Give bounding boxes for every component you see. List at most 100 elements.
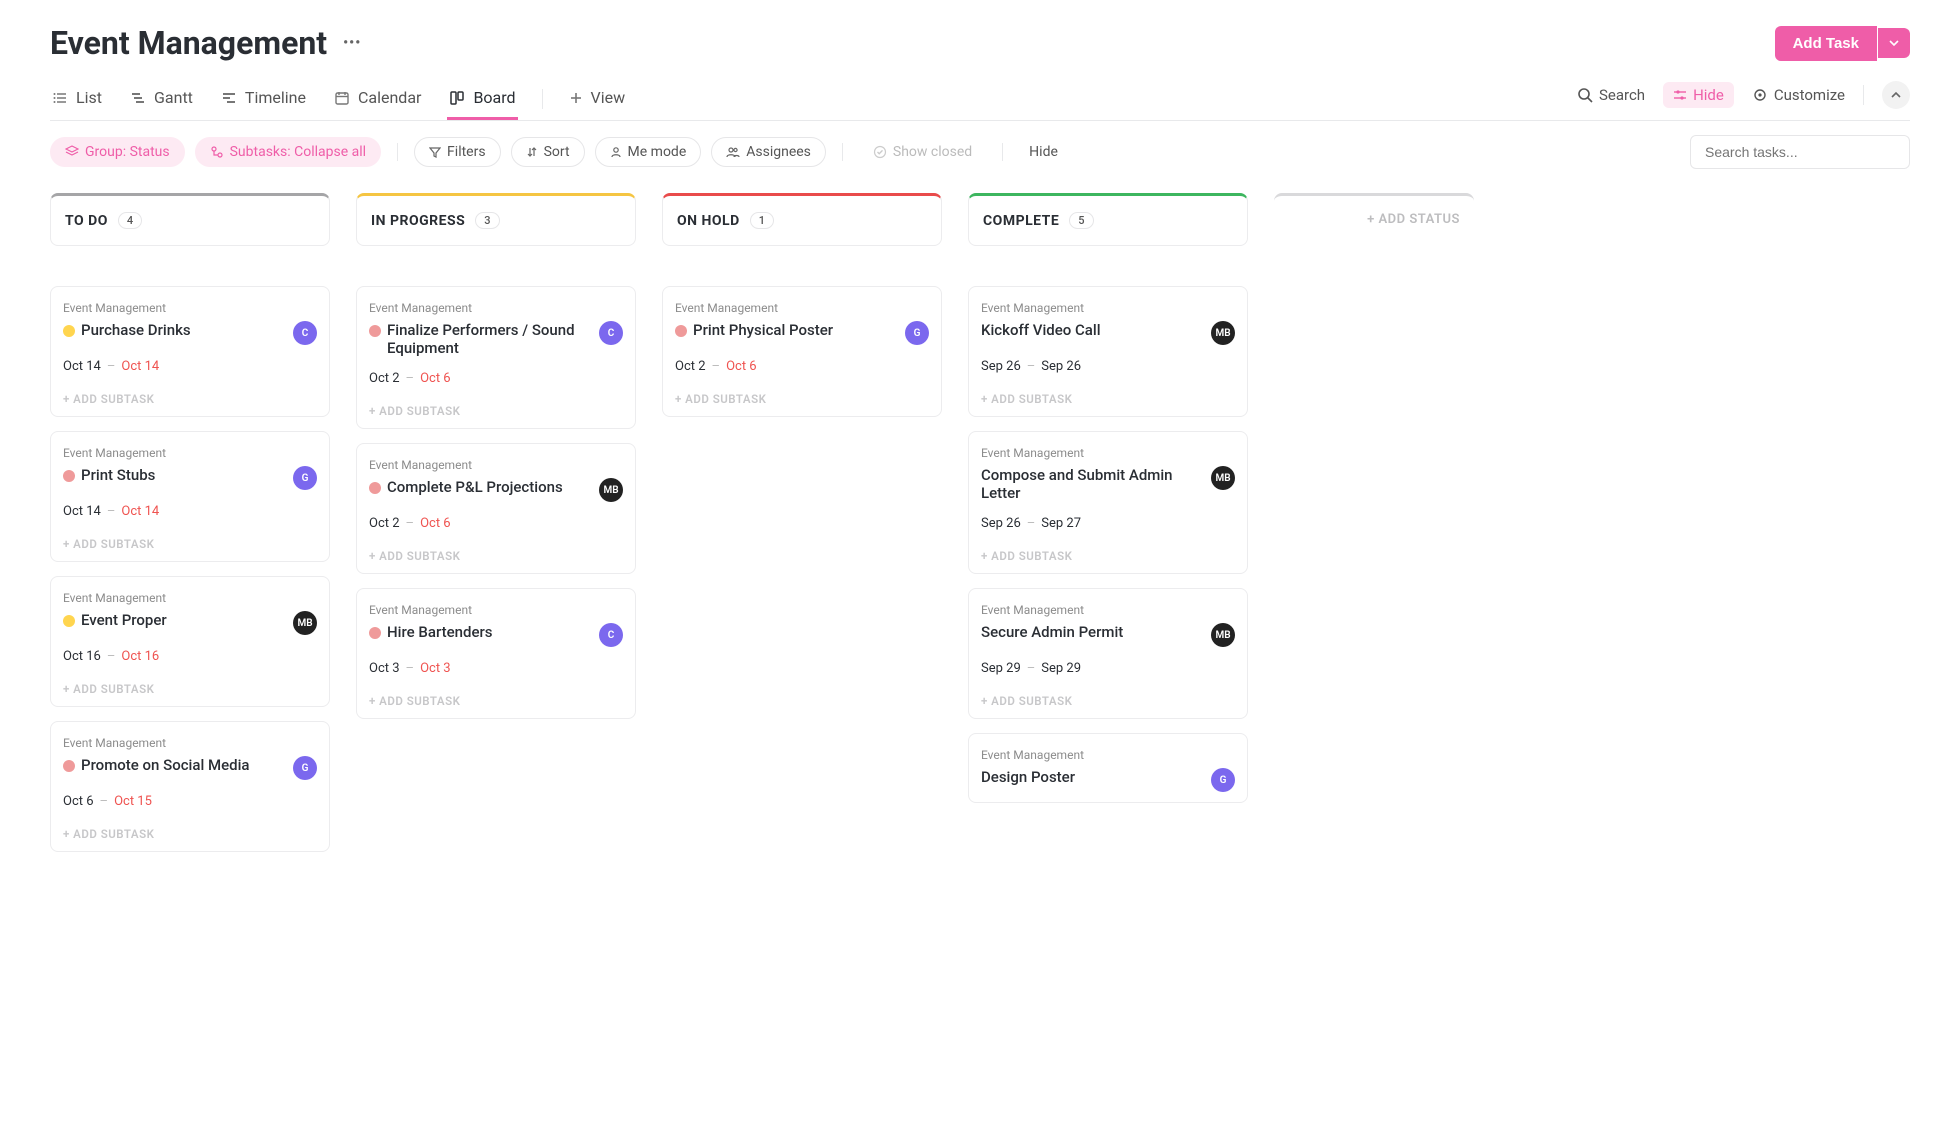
add-task-button[interactable]: Add Task bbox=[1775, 26, 1877, 61]
search-button[interactable]: Search bbox=[1577, 86, 1645, 104]
avatar-initials: G bbox=[1220, 775, 1227, 786]
show-closed-toggle[interactable]: Show closed bbox=[859, 138, 986, 166]
card-title: Print Stubs bbox=[81, 466, 155, 484]
task-card[interactable]: Event Management Finalize Performers / S… bbox=[356, 286, 636, 429]
date-sep: – bbox=[406, 371, 415, 386]
assignee-avatar[interactable]: G bbox=[905, 321, 929, 345]
page-title: Event Management bbox=[50, 24, 327, 62]
date-sep: – bbox=[1027, 516, 1036, 531]
more-icon[interactable]: ••• bbox=[343, 35, 361, 51]
me-mode-label: Me mode bbox=[628, 144, 687, 160]
filter-icon bbox=[429, 146, 441, 158]
view-tab-list[interactable]: List bbox=[50, 78, 104, 120]
view-tab-timeline[interactable]: Timeline bbox=[219, 78, 308, 120]
assignee-avatar[interactable]: C bbox=[599, 623, 623, 647]
column-title: ON HOLD bbox=[677, 213, 740, 229]
group-pill[interactable]: Group: Status bbox=[50, 137, 185, 167]
date-start: Oct 14 bbox=[63, 504, 101, 519]
view-tab-label: List bbox=[76, 88, 102, 107]
divider bbox=[842, 143, 843, 161]
customize-label: Customize bbox=[1774, 86, 1845, 104]
hide-toggle[interactable]: Hide bbox=[1663, 82, 1734, 108]
filters-pill[interactable]: Filters bbox=[414, 137, 501, 167]
person-icon bbox=[610, 146, 622, 158]
add-status-button[interactable]: + ADD STATUS bbox=[1274, 193, 1474, 243]
add-subtask-button[interactable]: + ADD SUBTASK bbox=[369, 404, 623, 418]
assignee-avatar[interactable]: G bbox=[293, 756, 317, 780]
subtask-icon bbox=[210, 145, 224, 159]
chevron-down-icon bbox=[1888, 37, 1900, 49]
task-card[interactable]: Event Management Hire Bartenders C Oct 3… bbox=[356, 588, 636, 719]
me-mode-pill[interactable]: Me mode bbox=[595, 137, 702, 167]
add-subtask-button[interactable]: + ADD SUBTASK bbox=[63, 682, 317, 696]
add-subtask-button[interactable]: + ADD SUBTASK bbox=[981, 694, 1235, 708]
task-card[interactable]: Event Management Print Stubs G Oct 14 – … bbox=[50, 431, 330, 562]
card-project: Event Management bbox=[981, 603, 1235, 617]
add-subtask-button[interactable]: + ADD SUBTASK bbox=[63, 537, 317, 551]
view-tab-gantt[interactable]: Gantt bbox=[128, 78, 195, 120]
task-card[interactable]: Event Management Print Physical Poster G… bbox=[662, 286, 942, 417]
assignee-avatar[interactable]: MB bbox=[1211, 466, 1235, 490]
hide-button[interactable]: Hide bbox=[1019, 138, 1068, 166]
add-subtask-button[interactable]: + ADD SUBTASK bbox=[369, 694, 623, 708]
add-subtask-button[interactable]: + ADD SUBTASK bbox=[369, 549, 623, 563]
task-card[interactable]: Event Management Kickoff Video Call MB S… bbox=[968, 286, 1248, 417]
priority-dot bbox=[369, 627, 381, 639]
subtasks-pill[interactable]: Subtasks: Collapse all bbox=[195, 137, 381, 167]
column-header[interactable]: COMPLETE 5 bbox=[968, 193, 1248, 246]
view-tab-label: Board bbox=[473, 88, 515, 107]
column-title: TO DO bbox=[65, 213, 108, 229]
add-subtask-button[interactable]: + ADD SUBTASK bbox=[675, 392, 929, 406]
assignee-avatar[interactable]: G bbox=[1211, 768, 1235, 792]
check-circle-icon bbox=[873, 145, 887, 159]
date-start: Oct 3 bbox=[369, 661, 400, 676]
date-end: Sep 29 bbox=[1041, 661, 1081, 676]
view-tab-board[interactable]: Board bbox=[447, 78, 517, 120]
assignee-avatar[interactable]: MB bbox=[1211, 623, 1235, 647]
task-card[interactable]: Event Management Compose and Submit Admi… bbox=[968, 431, 1248, 574]
task-card[interactable]: Event Management Event Proper MB Oct 16 … bbox=[50, 576, 330, 707]
task-card[interactable]: Event Management Complete P&L Projection… bbox=[356, 443, 636, 574]
priority-dot bbox=[63, 615, 75, 627]
divider bbox=[397, 143, 398, 161]
cards-list: Event Management Print Physical Poster G… bbox=[662, 286, 942, 417]
column-header[interactable]: TO DO 4 bbox=[50, 193, 330, 246]
task-card[interactable]: Event Management Purchase Drinks C Oct 1… bbox=[50, 286, 330, 417]
column-header[interactable]: IN PROGRESS 3 bbox=[356, 193, 636, 246]
column-header[interactable]: ON HOLD 1 bbox=[662, 193, 942, 246]
add-subtask-button[interactable]: + ADD SUBTASK bbox=[63, 827, 317, 841]
task-card[interactable]: Event Management Secure Admin Permit MB … bbox=[968, 588, 1248, 719]
date-start: Sep 26 bbox=[981, 516, 1021, 531]
column-count: 5 bbox=[1069, 212, 1093, 229]
view-tab-calendar[interactable]: Calendar bbox=[332, 78, 423, 120]
add-subtask-button[interactable]: + ADD SUBTASK bbox=[981, 549, 1235, 563]
date-start: Oct 14 bbox=[63, 359, 101, 374]
assignee-avatar[interactable]: MB bbox=[293, 611, 317, 635]
assignee-avatar[interactable]: MB bbox=[1211, 321, 1235, 345]
priority-dot bbox=[63, 470, 75, 482]
card-dates: Oct 2 – Oct 6 bbox=[369, 371, 623, 386]
customize-button[interactable]: Customize bbox=[1752, 86, 1845, 104]
task-card[interactable]: Event Management Promote on Social Media… bbox=[50, 721, 330, 852]
add-subtask-button[interactable]: + ADD SUBTASK bbox=[981, 392, 1235, 406]
assignee-avatar[interactable]: C bbox=[293, 321, 317, 345]
add-subtask-button[interactable]: + ADD SUBTASK bbox=[63, 392, 317, 406]
assignee-avatar[interactable]: G bbox=[293, 466, 317, 490]
date-end: Oct 15 bbox=[114, 794, 152, 809]
assignee-avatar[interactable]: MB bbox=[599, 478, 623, 502]
sort-pill[interactable]: Sort bbox=[511, 137, 585, 167]
add-view-button[interactable]: View bbox=[567, 78, 628, 120]
date-sep: – bbox=[1027, 359, 1036, 374]
search-tasks-input[interactable] bbox=[1690, 135, 1910, 169]
assignee-avatar[interactable]: C bbox=[599, 321, 623, 345]
collapse-button[interactable] bbox=[1882, 81, 1910, 109]
card-title: Purchase Drinks bbox=[81, 321, 191, 339]
task-card[interactable]: Event Management Design Poster G bbox=[968, 733, 1248, 803]
card-dates: Oct 14 – Oct 14 bbox=[63, 504, 317, 519]
assignees-pill[interactable]: Assignees bbox=[711, 137, 826, 167]
card-dates: Sep 26 – Sep 26 bbox=[981, 359, 1235, 374]
add-task-dropdown[interactable] bbox=[1878, 28, 1910, 58]
group-label: Group: Status bbox=[85, 144, 170, 160]
date-sep: – bbox=[406, 661, 415, 676]
card-project: Event Management bbox=[369, 603, 623, 617]
